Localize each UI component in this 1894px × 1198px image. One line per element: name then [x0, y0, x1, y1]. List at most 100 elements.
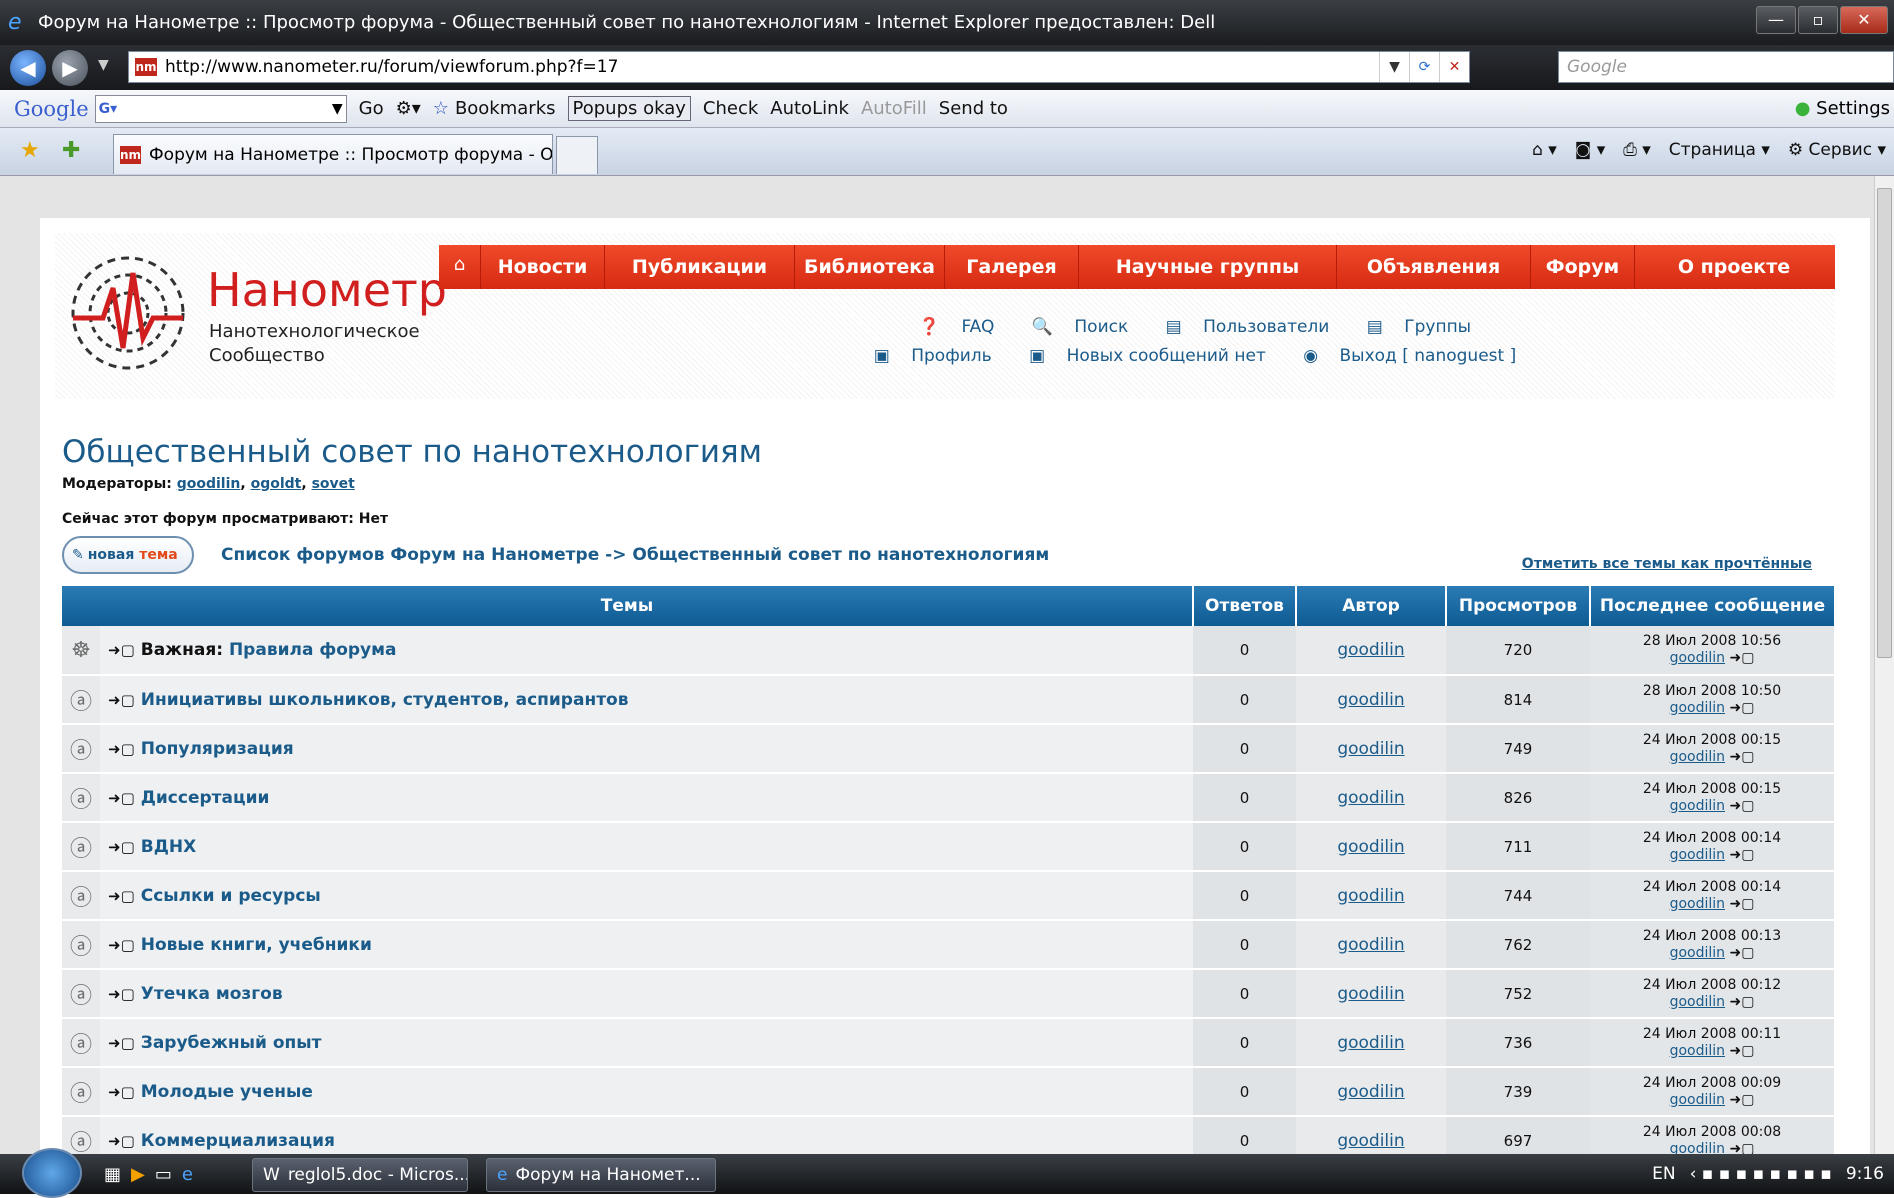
- topic-link[interactable]: Правила форума: [229, 640, 397, 660]
- close-button[interactable]: ✕: [1840, 6, 1888, 34]
- last-post-icon[interactable]: ➜▢: [1729, 1043, 1754, 1059]
- new-messages-link[interactable]: ▣ Новых сообщений нет: [1021, 346, 1274, 366]
- last-post-icon[interactable]: ➜▢: [1729, 650, 1754, 666]
- media-icon[interactable]: ▶: [131, 1164, 145, 1185]
- profile-link[interactable]: ▣ Профиль: [866, 346, 1000, 366]
- address-input[interactable]: nm http://www.nanometer.ru/forum/viewfor…: [128, 51, 1470, 83]
- last-post-author-link[interactable]: goodilin: [1670, 749, 1725, 765]
- address-dropdown-icon[interactable]: ▼: [1379, 52, 1409, 82]
- last-post-author-link[interactable]: goodilin: [1670, 1043, 1725, 1059]
- last-post-icon[interactable]: ➜▢: [1729, 700, 1754, 716]
- newest-post-icon[interactable]: ➜▢: [108, 985, 135, 1003]
- tab-forum[interactable]: nm Форум на Нанометре :: Просмотр форума…: [113, 134, 553, 174]
- author-link[interactable]: goodilin: [1337, 788, 1404, 808]
- settings-button[interactable]: ● Settings: [1795, 98, 1890, 119]
- vertical-scrollbar[interactable]: [1874, 176, 1894, 1154]
- forward-icon[interactable]: ▶: [52, 50, 88, 86]
- back-icon[interactable]: ◀: [10, 50, 46, 86]
- last-post-author-link[interactable]: goodilin: [1670, 847, 1725, 863]
- tray-icons[interactable]: ‹ ▪ ▪ ▪ ▪ ▪ ▪ ▪ ▪: [1690, 1164, 1832, 1184]
- last-post-author-link[interactable]: goodilin: [1670, 1141, 1725, 1155]
- bookmarks-button[interactable]: Bookmarks: [455, 98, 556, 119]
- topic-link[interactable]: Зарубежный опыт: [141, 1033, 322, 1053]
- search-input[interactable]: Google: [1558, 51, 1894, 83]
- topic-link[interactable]: ВДНХ: [141, 837, 196, 857]
- sendto-button[interactable]: Send to: [939, 98, 1008, 119]
- nav-home-icon[interactable]: ⌂: [439, 245, 481, 289]
- language-indicator[interactable]: EN: [1652, 1164, 1675, 1184]
- last-post-author-link[interactable]: goodilin: [1670, 994, 1725, 1010]
- ie-icon[interactable]: e: [182, 1164, 193, 1185]
- logout-link[interactable]: ◉ Выход [ nanoguest ]: [1295, 346, 1524, 366]
- newest-post-icon[interactable]: ➜▢: [108, 1083, 135, 1101]
- desktop-icon[interactable]: ▦: [104, 1164, 121, 1185]
- taskbar-item-word[interactable]: Wreglol5.doc - Micros...: [252, 1158, 468, 1192]
- nav-forum[interactable]: Форум: [1531, 245, 1635, 289]
- feeds-icon[interactable]: ◙ ▾: [1575, 140, 1605, 160]
- print-icon[interactable]: ⎙ ▾: [1623, 140, 1651, 160]
- topic-link[interactable]: Популяризация: [141, 739, 294, 759]
- favorites-star-icon[interactable]: ★: [20, 138, 40, 163]
- nav-ads[interactable]: Объявления: [1337, 245, 1531, 289]
- nav-gallery[interactable]: Галерея: [945, 245, 1079, 289]
- author-link[interactable]: goodilin: [1337, 690, 1404, 710]
- nanometer-logo-icon[interactable]: [63, 243, 193, 383]
- start-button[interactable]: [22, 1148, 82, 1198]
- breadcrumb-current[interactable]: Общественный совет по нанотехнологиям: [632, 545, 1049, 565]
- author-link[interactable]: goodilin: [1337, 1131, 1404, 1151]
- author-link[interactable]: goodilin: [1337, 739, 1404, 759]
- refresh-icon[interactable]: ⟳: [1409, 52, 1439, 82]
- google-search-input[interactable]: G▾ ▼: [94, 94, 347, 123]
- new-topic-button[interactable]: ✎ новая тема: [62, 536, 194, 574]
- service-menu[interactable]: ⚙ Сервис ▾: [1788, 140, 1886, 160]
- users-link[interactable]: ▤ Пользователи: [1158, 317, 1338, 337]
- newest-post-icon[interactable]: ➜▢: [108, 887, 135, 905]
- history-dropdown-icon[interactable]: ▼: [98, 57, 109, 73]
- last-post-icon[interactable]: ➜▢: [1729, 847, 1754, 863]
- newest-post-icon[interactable]: ➜▢: [108, 789, 135, 807]
- moderator-link[interactable]: sovet: [312, 476, 355, 492]
- last-post-icon[interactable]: ➜▢: [1729, 896, 1754, 912]
- new-tab-button[interactable]: [556, 136, 598, 174]
- author-link[interactable]: goodilin: [1337, 1082, 1404, 1102]
- newest-post-icon[interactable]: ➜▢: [108, 740, 135, 758]
- author-link[interactable]: goodilin: [1337, 1033, 1404, 1053]
- stop-icon[interactable]: ✕: [1439, 52, 1469, 82]
- last-post-author-link[interactable]: goodilin: [1670, 798, 1725, 814]
- last-post-icon[interactable]: ➜▢: [1729, 1092, 1754, 1108]
- author-link[interactable]: goodilin: [1337, 984, 1404, 1004]
- last-post-author-link[interactable]: goodilin: [1670, 945, 1725, 961]
- last-post-icon[interactable]: ➜▢: [1729, 945, 1754, 961]
- nav-about[interactable]: О проекте: [1635, 245, 1833, 289]
- topic-link[interactable]: Коммерциализация: [141, 1131, 335, 1151]
- popups-button[interactable]: Popups okay: [567, 96, 691, 121]
- topic-link[interactable]: Утечка мозгов: [141, 984, 283, 1004]
- faq-link[interactable]: ❓ FAQ: [911, 317, 1003, 337]
- site-name[interactable]: Нанометр: [207, 263, 447, 317]
- page-menu[interactable]: Страница ▾: [1669, 140, 1770, 160]
- author-link[interactable]: goodilin: [1337, 935, 1404, 955]
- topic-link[interactable]: Ссылки и ресурсы: [141, 886, 321, 906]
- newest-post-icon[interactable]: ➜▢: [108, 641, 135, 659]
- last-post-author-link[interactable]: goodilin: [1670, 700, 1725, 716]
- topic-link[interactable]: Новые книги, учебники: [141, 935, 372, 955]
- switch-windows-icon[interactable]: ▭: [155, 1164, 172, 1185]
- moderator-link[interactable]: goodilin: [177, 476, 241, 492]
- autofill-button[interactable]: AutoFill: [861, 98, 927, 119]
- last-post-icon[interactable]: ➜▢: [1729, 749, 1754, 765]
- scrollbar-thumb[interactable]: [1877, 188, 1892, 658]
- mark-all-read-link[interactable]: Отметить все темы как прочтённые: [1522, 556, 1812, 572]
- nav-library[interactable]: Библиотека: [795, 245, 945, 289]
- last-post-author-link[interactable]: goodilin: [1670, 650, 1725, 666]
- last-post-icon[interactable]: ➜▢: [1729, 798, 1754, 814]
- newest-post-icon[interactable]: ➜▢: [108, 838, 135, 856]
- author-link[interactable]: goodilin: [1337, 886, 1404, 906]
- autolink-button[interactable]: AutoLink: [770, 98, 849, 119]
- newest-post-icon[interactable]: ➜▢: [108, 1132, 135, 1150]
- add-favorites-icon[interactable]: ✚: [62, 138, 80, 163]
- taskbar-item-ie[interactable]: e Форум на Наномет...: [486, 1158, 716, 1192]
- nav-publications[interactable]: Публикации: [605, 245, 795, 289]
- nav-news[interactable]: Новости: [481, 245, 605, 289]
- topic-link[interactable]: Инициативы школьников, студентов, аспира…: [141, 690, 629, 710]
- maximize-button[interactable]: ▫: [1798, 6, 1838, 34]
